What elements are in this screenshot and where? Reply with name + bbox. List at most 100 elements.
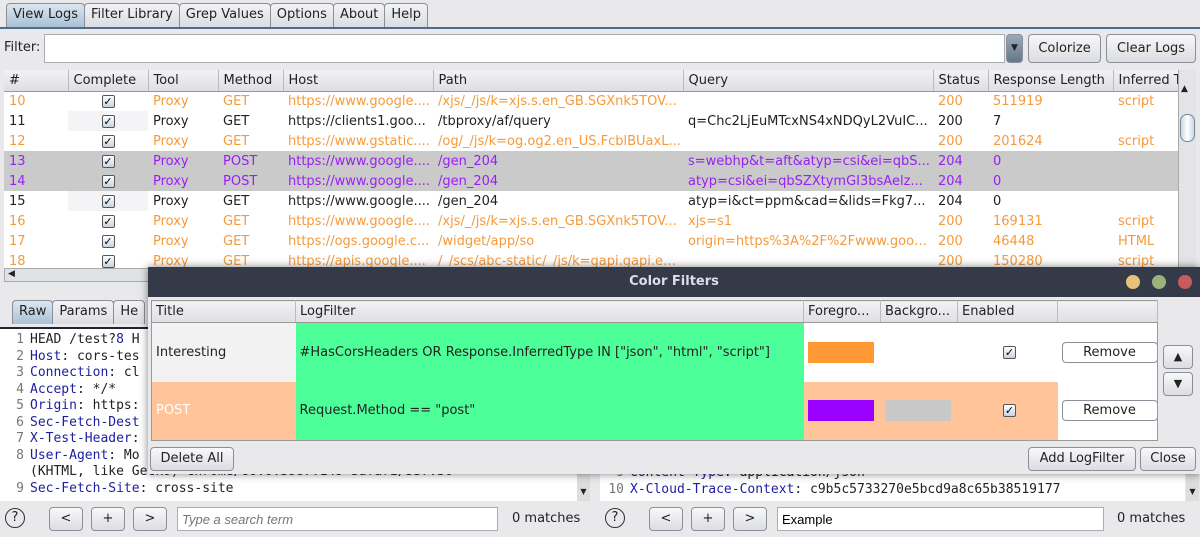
remove-button[interactable]: Remove	[1061, 400, 1158, 422]
log-row[interactable]: 13 ✓ Proxy POST https://www.google..../gen_2…	[4, 151, 1178, 171]
tab-headers[interactable]: He	[113, 300, 146, 324]
log-cell: /gen_204	[433, 151, 683, 171]
filter-column-header[interactable]	[1057, 300, 1158, 323]
filter-column-header[interactable]: Title	[151, 300, 296, 323]
colorize-button[interactable]: Colorize	[1028, 34, 1101, 63]
prev-match-button[interactable]: <	[49, 507, 83, 531]
log-cell: ✓	[68, 151, 148, 171]
complete-checkbox[interactable]: ✓	[101, 194, 115, 208]
complete-checkbox[interactable]: ✓	[101, 234, 115, 248]
close-button[interactable]: Close	[1140, 447, 1196, 471]
filter-title[interactable]: POST	[151, 381, 296, 441]
tab-grep-values[interactable]: Grep Values	[178, 3, 271, 27]
complete-checkbox[interactable]: ✓	[101, 134, 115, 148]
filter-row[interactable]: POST Request.Method == "post" ✓ Remove	[151, 381, 1158, 441]
column-header[interactable]: Method	[218, 70, 284, 92]
log-row[interactable]: 12 ✓ Proxy GET https://www.gstatic.... /og/_/…	[4, 131, 1178, 151]
complete-checkbox[interactable]: ✓	[101, 94, 115, 108]
tab-help[interactable]: Help	[384, 3, 429, 27]
log-cell: 7	[993, 113, 1002, 129]
tab-options[interactable]: Options	[269, 3, 334, 27]
log-cell: 204	[938, 193, 963, 209]
background-swatch[interactable]	[884, 400, 951, 422]
scroll-up-icon[interactable]: ▲	[1181, 84, 1188, 94]
request-line-rest: H	[123, 332, 140, 347]
log-cell: https://www.google....	[283, 151, 433, 171]
scroll-thumb[interactable]	[1180, 114, 1195, 142]
column-header[interactable]: Query	[683, 70, 934, 92]
filter-dropdown-arrow-icon[interactable]: ▼	[1006, 34, 1023, 63]
filter-expression[interactable]: Request.Method == "post"	[295, 381, 804, 441]
background-color-cell[interactable]	[880, 381, 958, 441]
complete-checkbox[interactable]: ✓	[101, 214, 115, 228]
tab-filter-library[interactable]: Filter Library	[83, 3, 180, 27]
remove-button[interactable]: Remove	[1061, 341, 1158, 363]
complete-checkbox[interactable]: ✓	[101, 174, 115, 188]
minimize-icon[interactable]	[1126, 275, 1140, 289]
filter-expression[interactable]: #HasCorsHeaders OR Response.InferredType…	[295, 322, 804, 382]
add-button[interactable]: +	[691, 507, 725, 531]
column-header[interactable]: Inferred T	[1113, 70, 1179, 92]
complete-checkbox[interactable]: ✓	[101, 114, 115, 128]
column-header[interactable]: Complete	[68, 70, 149, 92]
prev-match-button[interactable]: <	[649, 507, 683, 531]
add-logfilter-button[interactable]: Add LogFilter	[1028, 447, 1136, 471]
clear-logs-button[interactable]: Clear Logs	[1106, 34, 1196, 63]
enabled-checkbox[interactable]: ✓	[1003, 345, 1016, 359]
help-icon[interactable]: ?	[605, 508, 625, 528]
foreground-color-cell[interactable]	[803, 322, 881, 382]
foreground-swatch[interactable]	[807, 341, 874, 363]
move-up-button[interactable]: ▲	[1163, 345, 1193, 369]
filter-title[interactable]: Interesting	[151, 322, 296, 382]
background-color-cell[interactable]	[880, 322, 958, 382]
log-cell: 201624	[993, 133, 1043, 149]
column-header[interactable]: Status	[933, 70, 989, 92]
log-row[interactable]: 14 ✓ Proxy POST https://www.google..../gen_2…	[4, 171, 1178, 191]
log-row[interactable]: 16 ✓ Proxy GET https://www.google.... /xjs/_/…	[4, 211, 1178, 231]
tab-params[interactable]: Params	[52, 300, 115, 324]
help-icon[interactable]: ?	[5, 508, 25, 528]
filter-input[interactable]	[44, 34, 1005, 63]
delete-all-button[interactable]: Delete All	[150, 447, 234, 471]
request-search-input[interactable]	[177, 507, 498, 531]
foreground-color-cell[interactable]	[803, 381, 881, 441]
column-header[interactable]: Path	[433, 70, 684, 92]
column-header[interactable]: Response Length	[988, 70, 1114, 92]
color-filters-dialog: Color Filters Title LogFilter Foregro... Ba…	[148, 267, 1200, 474]
complete-checkbox[interactable]: ✓	[101, 154, 115, 168]
log-cell	[683, 91, 933, 111]
tab-raw[interactable]: Raw	[12, 300, 54, 324]
close-window-icon[interactable]	[1178, 275, 1192, 289]
add-button[interactable]: +	[91, 507, 125, 531]
response-search-input[interactable]	[777, 507, 1104, 531]
log-row[interactable]: 10 ✓ Proxy GET https://www.google.... /xjs/_/…	[4, 91, 1178, 111]
code-line: 10 X-Cloud-Trace-Context: c9b5c5733270e5b…	[600, 482, 1185, 499]
log-cell: https://www.gstatic....	[288, 133, 430, 149]
log-row[interactable]: 15 ✓ Proxy GET https://www.google.... /gen_20…	[4, 191, 1178, 211]
column-header[interactable]: Host	[283, 70, 434, 92]
log-cell: 14	[4, 171, 68, 191]
log-row[interactable]: 11 ✓ Proxy GET https://clients1.goo... /tbpro…	[4, 111, 1178, 131]
filter-column-header[interactable]: Enabled	[957, 300, 1058, 323]
log-row[interactable]: 17 ✓ Proxy GET https://ogs.google.c... /widge…	[4, 231, 1178, 251]
log-vertical-scrollbar[interactable]: ▲	[1178, 70, 1196, 270]
complete-checkbox[interactable]: ✓	[101, 254, 115, 268]
line-number: 3	[16, 365, 24, 380]
maximize-icon[interactable]	[1152, 275, 1166, 289]
filter-row[interactable]: Interesting #HasCorsHeaders OR Response.I…	[151, 322, 1158, 382]
filter-column-header[interactable]: Backgro...	[880, 300, 958, 323]
next-match-button[interactable]: >	[733, 507, 767, 531]
column-header[interactable]: Tool	[148, 70, 219, 92]
move-down-button[interactable]: ▼	[1163, 372, 1193, 396]
filter-column-header[interactable]: Foregro...	[803, 300, 881, 323]
tab-view-logs[interactable]: View Logs	[6, 3, 85, 27]
enabled-checkbox[interactable]: ✓	[1003, 404, 1016, 418]
next-match-button[interactable]: >	[133, 507, 167, 531]
column-header[interactable]: #	[4, 70, 69, 92]
filter-column-header[interactable]: LogFilter	[295, 300, 804, 323]
foreground-swatch[interactable]	[807, 400, 874, 422]
tab-about[interactable]: About	[332, 3, 386, 27]
log-cell: 11	[9, 113, 26, 129]
log-cell: 204	[933, 151, 988, 171]
log-cell: q=Chc2LjEuMTcxNS4xNDQyL2VuIC...	[688, 113, 928, 129]
